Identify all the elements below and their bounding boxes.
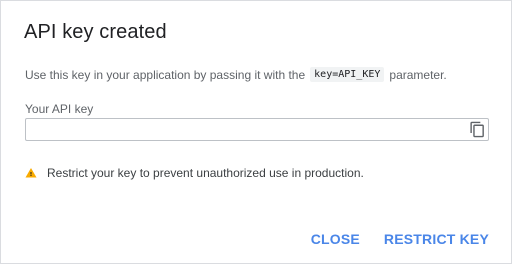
api-key-dialog: API key created Use this key in your app… (0, 0, 512, 264)
api-key-field (25, 118, 489, 141)
dialog-description: Use this key in your application by pass… (25, 67, 447, 82)
copy-icon[interactable] (469, 121, 486, 138)
api-key-label: Your API key (25, 102, 94, 116)
api-key-input[interactable] (26, 119, 456, 140)
dialog-actions: CLOSE RESTRICT KEY (311, 231, 489, 247)
description-text-before: Use this key in your application by pass… (25, 67, 306, 82)
close-button[interactable]: CLOSE (311, 231, 360, 247)
warning-icon (25, 167, 37, 179)
warning-text: Restrict your key to prevent unauthorize… (47, 166, 364, 180)
dialog-title: API key created (24, 21, 167, 43)
warning-message: Restrict your key to prevent unauthorize… (25, 166, 364, 180)
description-text-after: parameter. (389, 67, 447, 82)
restrict-key-button[interactable]: RESTRICT KEY (384, 231, 489, 247)
description-code: key=API_KEY (310, 67, 385, 82)
